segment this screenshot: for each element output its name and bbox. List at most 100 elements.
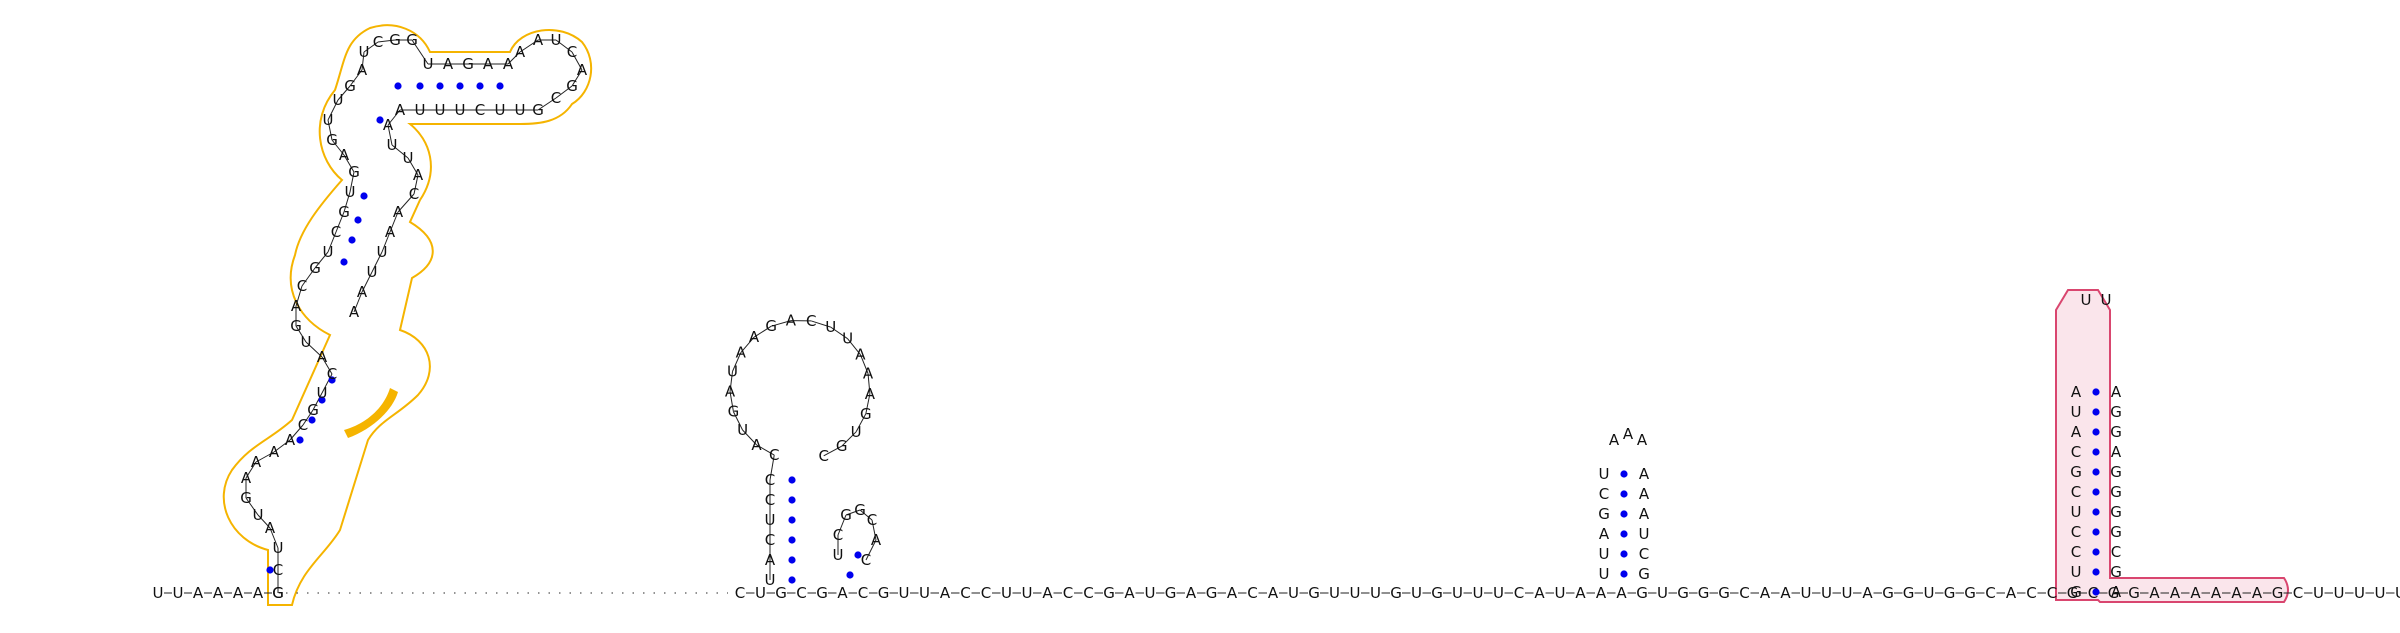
base-pair-dot (1620, 550, 1628, 558)
nucleotide-orange-domain: U (333, 91, 344, 109)
base-pair-dot (476, 82, 484, 90)
nucleotide-orange-domain: U (551, 31, 562, 49)
base-pair-dot (394, 82, 402, 90)
nucleotide-middle-stem: A (863, 364, 874, 382)
nucleotide-backbone: G (1698, 584, 1710, 602)
nucleotide-backbone: U (1370, 584, 1381, 602)
nucleotide-orange-domain: A (269, 443, 280, 461)
base-pair-dot (788, 476, 796, 484)
nucleotide-orange-domain: A (515, 43, 526, 61)
nucleotide-backbone: A (2231, 584, 2242, 602)
nucleotide-backbone: G (1677, 584, 1689, 602)
nucleotide-hairpin: U (1639, 525, 1650, 543)
nucleotide-middle-loop: U (833, 546, 844, 564)
base-pair-dot (2092, 388, 2100, 396)
nucleotide-backbone: U (919, 584, 930, 602)
nucleotide-orange-domain: U (317, 384, 328, 402)
nucleotide-orange-domain: G (309, 259, 321, 277)
base-pair-dot (436, 82, 444, 90)
nucleotide-backbone: G (1636, 584, 1648, 602)
nucleotide-middle-loop: G (840, 506, 852, 524)
nucleotide-middle-stem: A (786, 312, 797, 330)
nucleotide-pink-domain: G (2110, 503, 2122, 521)
nucleotide-orange-domain: G (326, 131, 338, 149)
nucleotide-backbone: C (1247, 584, 1257, 602)
nucleotide-backbone: U (1657, 584, 1668, 602)
nucleotide-hairpin: C (1639, 545, 1649, 563)
nucleotide-orange-domain: A (483, 55, 494, 73)
nucleotide-pink-domain: G (2110, 483, 2122, 501)
nucleotide-middle-stem: A (725, 383, 736, 401)
nucleotide-orange-domain: A (349, 303, 360, 321)
nucleotide-orange-domain: G (240, 489, 252, 507)
nucleotide-backbone: G (1718, 584, 1730, 602)
nucleotide-backbone: A (1862, 584, 1873, 602)
nucleotide-backbone: A (1186, 584, 1197, 602)
nucleotide-backbone: C (960, 584, 970, 602)
nucleotide-backbone: U (173, 584, 184, 602)
nucleotide-backbone: A (2149, 584, 2160, 602)
nucleotide-backbone: A (940, 584, 951, 602)
nucleotide-backbone: A (233, 584, 244, 602)
nucleotide-middle-stem: U (727, 362, 738, 380)
nucleotide-backbone: U (1473, 584, 1484, 602)
base-pair-dot (2092, 448, 2100, 456)
nucleotide-pink-domain: A (2071, 383, 2082, 401)
base-pair-dot (456, 82, 464, 90)
nucleotide-orange-domain: C (331, 223, 341, 241)
nucleotide-pink-domain: A (2111, 383, 2122, 401)
base-pair-dot (348, 236, 356, 244)
nucleotide-orange-domain: A (317, 348, 328, 366)
base-pair-dot (296, 436, 304, 444)
nucleotide-orange-domain: U (387, 136, 398, 154)
nucleotide-backbone: A (2170, 584, 2181, 602)
base-pair-dot (2092, 508, 2100, 516)
nucleotide-orange-domain: U (273, 539, 284, 557)
nucleotide-backbone: U (899, 584, 910, 602)
nucleotide-orange-domain: U (515, 101, 526, 119)
base-pair-dot (2092, 568, 2100, 576)
nucleotide-backbone: U (1350, 584, 1361, 602)
nucleotide-pink-domain: G (2070, 463, 2082, 481)
nucleotide-orange-domain: A (251, 453, 262, 471)
nucleotide-orange-domain: A (357, 61, 368, 79)
nucleotide-backbone: U (1821, 584, 1832, 602)
nucleotide-middle-stem: A (736, 344, 747, 362)
nucleotide-hairpin-loop: A (1609, 431, 1620, 449)
nucleotide-backbone: A (1124, 584, 1135, 602)
nucleotide-pink-domain: U (2071, 563, 2082, 581)
nucleotide-orange-domain: G (344, 77, 356, 95)
nucleotide-orange-domain: U (323, 111, 334, 129)
nucleotide-backbone: A (1616, 584, 1627, 602)
nucleotide-hairpin: A (1599, 525, 1610, 543)
nucleotide-orange-domain: G (272, 584, 284, 602)
nucleotide-orange-domain: A (577, 61, 588, 79)
nucleotide-backbone: G (775, 584, 787, 602)
nucleotide-hairpin: G (1638, 565, 1650, 583)
nucleotide-orange-domain: G (389, 31, 401, 49)
nucleotide-orange-domain: A (413, 166, 424, 184)
nucleotide-backbone: G (1206, 584, 1218, 602)
nucleotide-backbone: A (2006, 584, 2017, 602)
nucleotide-backbone: A (1227, 584, 1238, 602)
nucleotide-orange-domain: A (357, 283, 368, 301)
nucleotide-middle-stem: A (765, 551, 776, 569)
nucleotide-hairpin: A (1639, 505, 1650, 523)
nucleotide-pink-domain: C (2071, 443, 2081, 461)
nucleotide-orange-domain: A (265, 519, 276, 537)
nucleotide-middle-stem: G (860, 405, 872, 423)
base-pair-dot (1620, 490, 1628, 498)
nucleotide-backbone: A (1268, 584, 1279, 602)
nucleotide-orange-domain: U (435, 101, 446, 119)
nucleotide-backbone: A (1534, 584, 1545, 602)
nucleotide-pink-domain: G (2070, 583, 2082, 601)
nucleotide-backbone: A (2190, 584, 2201, 602)
nucleotide-orange-domain: U (253, 506, 264, 524)
nucleotide-hairpin: A (1639, 465, 1650, 483)
nucleotide-middle-loop: A (871, 531, 882, 549)
base-pair-dot (340, 258, 348, 266)
nucleotide-pink-domain: G (2110, 423, 2122, 441)
base-pair-layer (266, 82, 2100, 596)
nucleotide-orange-domain: G (532, 101, 544, 119)
base-pair-dot (1620, 570, 1628, 578)
